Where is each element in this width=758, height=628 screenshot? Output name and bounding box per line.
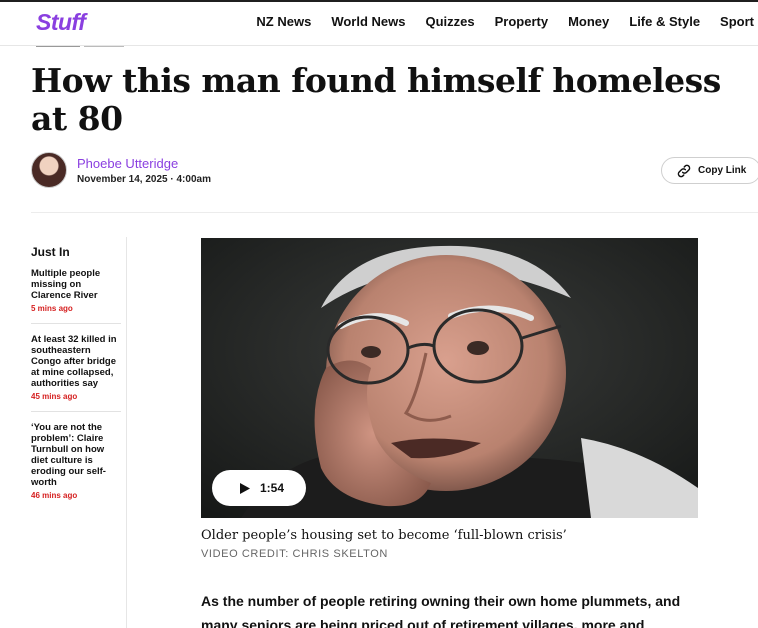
nav-quizzes[interactable]: Quizzes	[425, 14, 474, 29]
nav-property[interactable]: Property	[495, 14, 548, 29]
just-in-sidebar: Just In Multiple people missing on Clare…	[31, 237, 127, 628]
stuff-logo[interactable]: Stuff	[36, 9, 86, 36]
site-header: Stuff NZ News World News Quizzes Propert…	[0, 2, 758, 46]
video-player[interactable]: 1:54	[201, 238, 698, 518]
author-name[interactable]: Phoebe Utteridge	[77, 156, 178, 171]
video-credit: VIDEO CREDIT: CHRIS SKELTON	[201, 548, 388, 560]
just-in-item-time: 46 mins ago	[31, 491, 78, 500]
nav-sport[interactable]: Sport	[720, 14, 754, 29]
just-in-item[interactable]: ‘You are not the problem’: Claire Turnbu…	[31, 422, 121, 510]
just-in-item-time: 5 mins ago	[31, 304, 73, 313]
breadcrumb-fragment	[36, 46, 136, 48]
nav-world-news[interactable]: World News	[331, 14, 405, 29]
nav-nz-news[interactable]: NZ News	[256, 14, 311, 29]
copy-link-button[interactable]: Copy Link	[661, 157, 758, 184]
nav-life-style[interactable]: Life & Style	[629, 14, 700, 29]
byline-divider	[31, 212, 758, 213]
just-in-item-title[interactable]: At least 32 killed in southeastern Congo…	[31, 334, 121, 389]
play-video-button[interactable]: 1:54	[212, 470, 306, 506]
publish-date: November 14, 2025 · 4:00am	[77, 174, 211, 185]
author-avatar[interactable]	[31, 152, 67, 188]
video-caption: Older people’s housing set to become ‘fu…	[201, 528, 567, 543]
just-in-item-title[interactable]: ‘You are not the problem’: Claire Turnbu…	[31, 422, 121, 488]
just-in-heading: Just In	[31, 245, 70, 259]
play-icon	[240, 482, 250, 494]
just-in-item-title[interactable]: Multiple people missing on Clarence Rive…	[31, 268, 121, 301]
video-duration: 1:54	[260, 481, 285, 495]
main-nav: NZ News World News Quizzes Property Mone…	[236, 14, 754, 29]
nav-money[interactable]: Money	[568, 14, 609, 29]
copy-link-label: Copy Link	[698, 165, 747, 176]
article-body-lead: As the number of people retiring owning …	[201, 593, 681, 628]
link-icon	[677, 164, 691, 177]
just-in-item[interactable]: Multiple people missing on Clarence Rive…	[31, 268, 121, 324]
just-in-item[interactable]: At least 32 killed in southeastern Congo…	[31, 334, 121, 412]
article-headline: How this man found himself homeless at 8…	[31, 61, 721, 138]
just-in-item-time: 45 mins ago	[31, 392, 78, 401]
